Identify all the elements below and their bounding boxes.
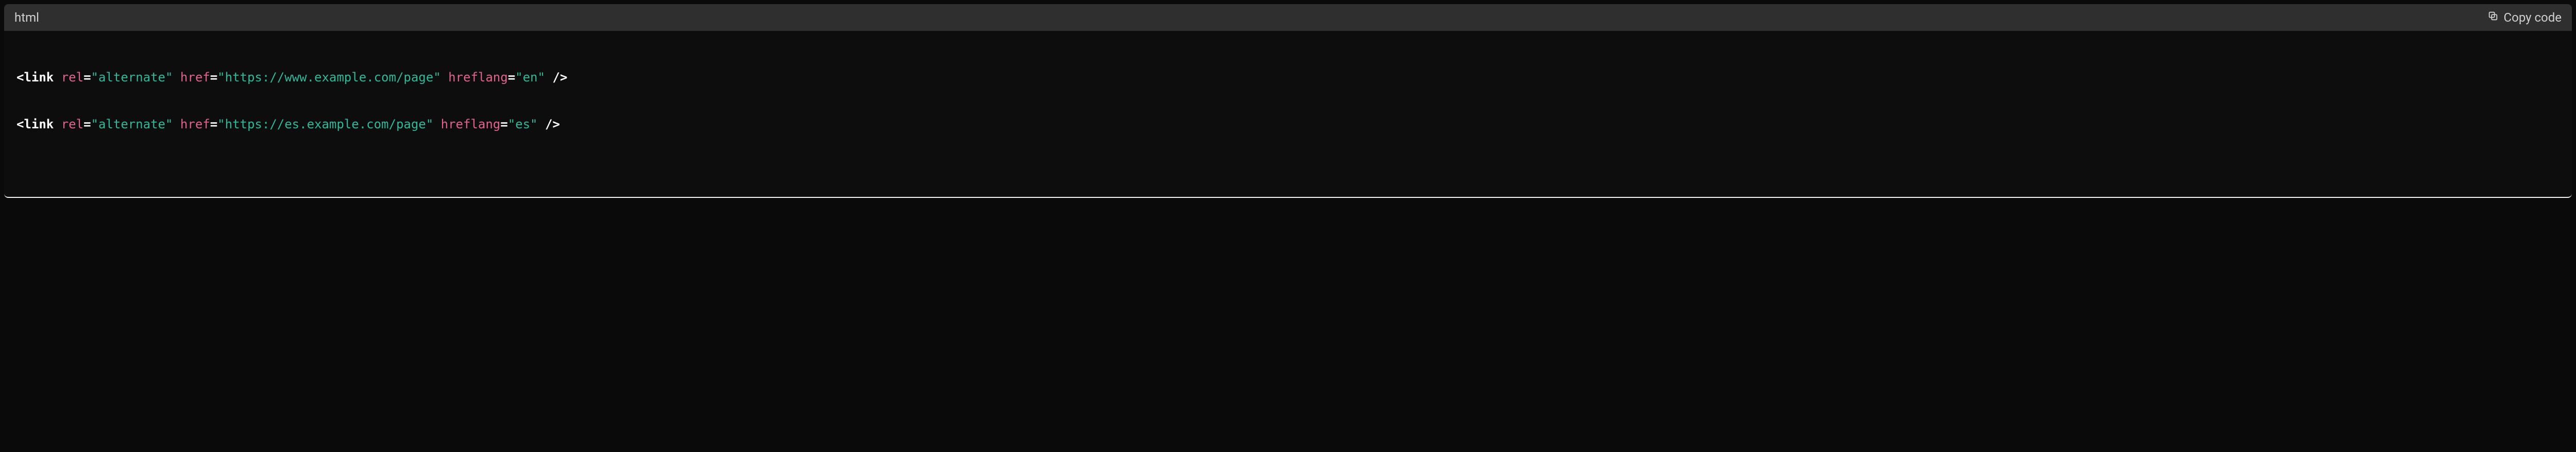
code-body: <link rel="alternate" href="https://www.… bbox=[4, 31, 2572, 197]
attr-name: rel bbox=[61, 117, 83, 131]
attr-value: "alternate" bbox=[91, 70, 173, 85]
attr-value: "es" bbox=[508, 117, 538, 131]
attr-name: href bbox=[180, 70, 210, 85]
attr-name: hreflang bbox=[441, 117, 501, 131]
code-header: html Copy code bbox=[4, 4, 2572, 31]
angle-open: < bbox=[16, 117, 24, 131]
attr-value: "alternate" bbox=[91, 117, 173, 131]
attr-name: href bbox=[180, 117, 210, 131]
angle-open: < bbox=[16, 70, 24, 85]
tag-name: link bbox=[24, 117, 54, 131]
language-label: html bbox=[14, 10, 39, 25]
code-block: html Copy code <link rel="alternate" hre… bbox=[4, 4, 2572, 198]
copy-code-button[interactable]: Copy code bbox=[2487, 10, 2562, 25]
self-close: /> bbox=[545, 117, 560, 131]
attr-value: "https://es.example.com/page" bbox=[217, 117, 433, 131]
attr-name: hreflang bbox=[448, 70, 508, 85]
attr-name: rel bbox=[61, 70, 83, 85]
tag-name: link bbox=[24, 70, 54, 85]
copy-code-label: Copy code bbox=[2504, 10, 2562, 25]
copy-icon bbox=[2487, 10, 2499, 25]
code-line: <link rel="alternate" href="https://www.… bbox=[16, 66, 2560, 90]
attr-value: "en" bbox=[515, 70, 545, 85]
self-close: /> bbox=[552, 70, 567, 85]
attr-value: "https://www.example.com/page" bbox=[217, 70, 440, 85]
code-line: <link rel="alternate" href="https://es.e… bbox=[16, 113, 2560, 137]
